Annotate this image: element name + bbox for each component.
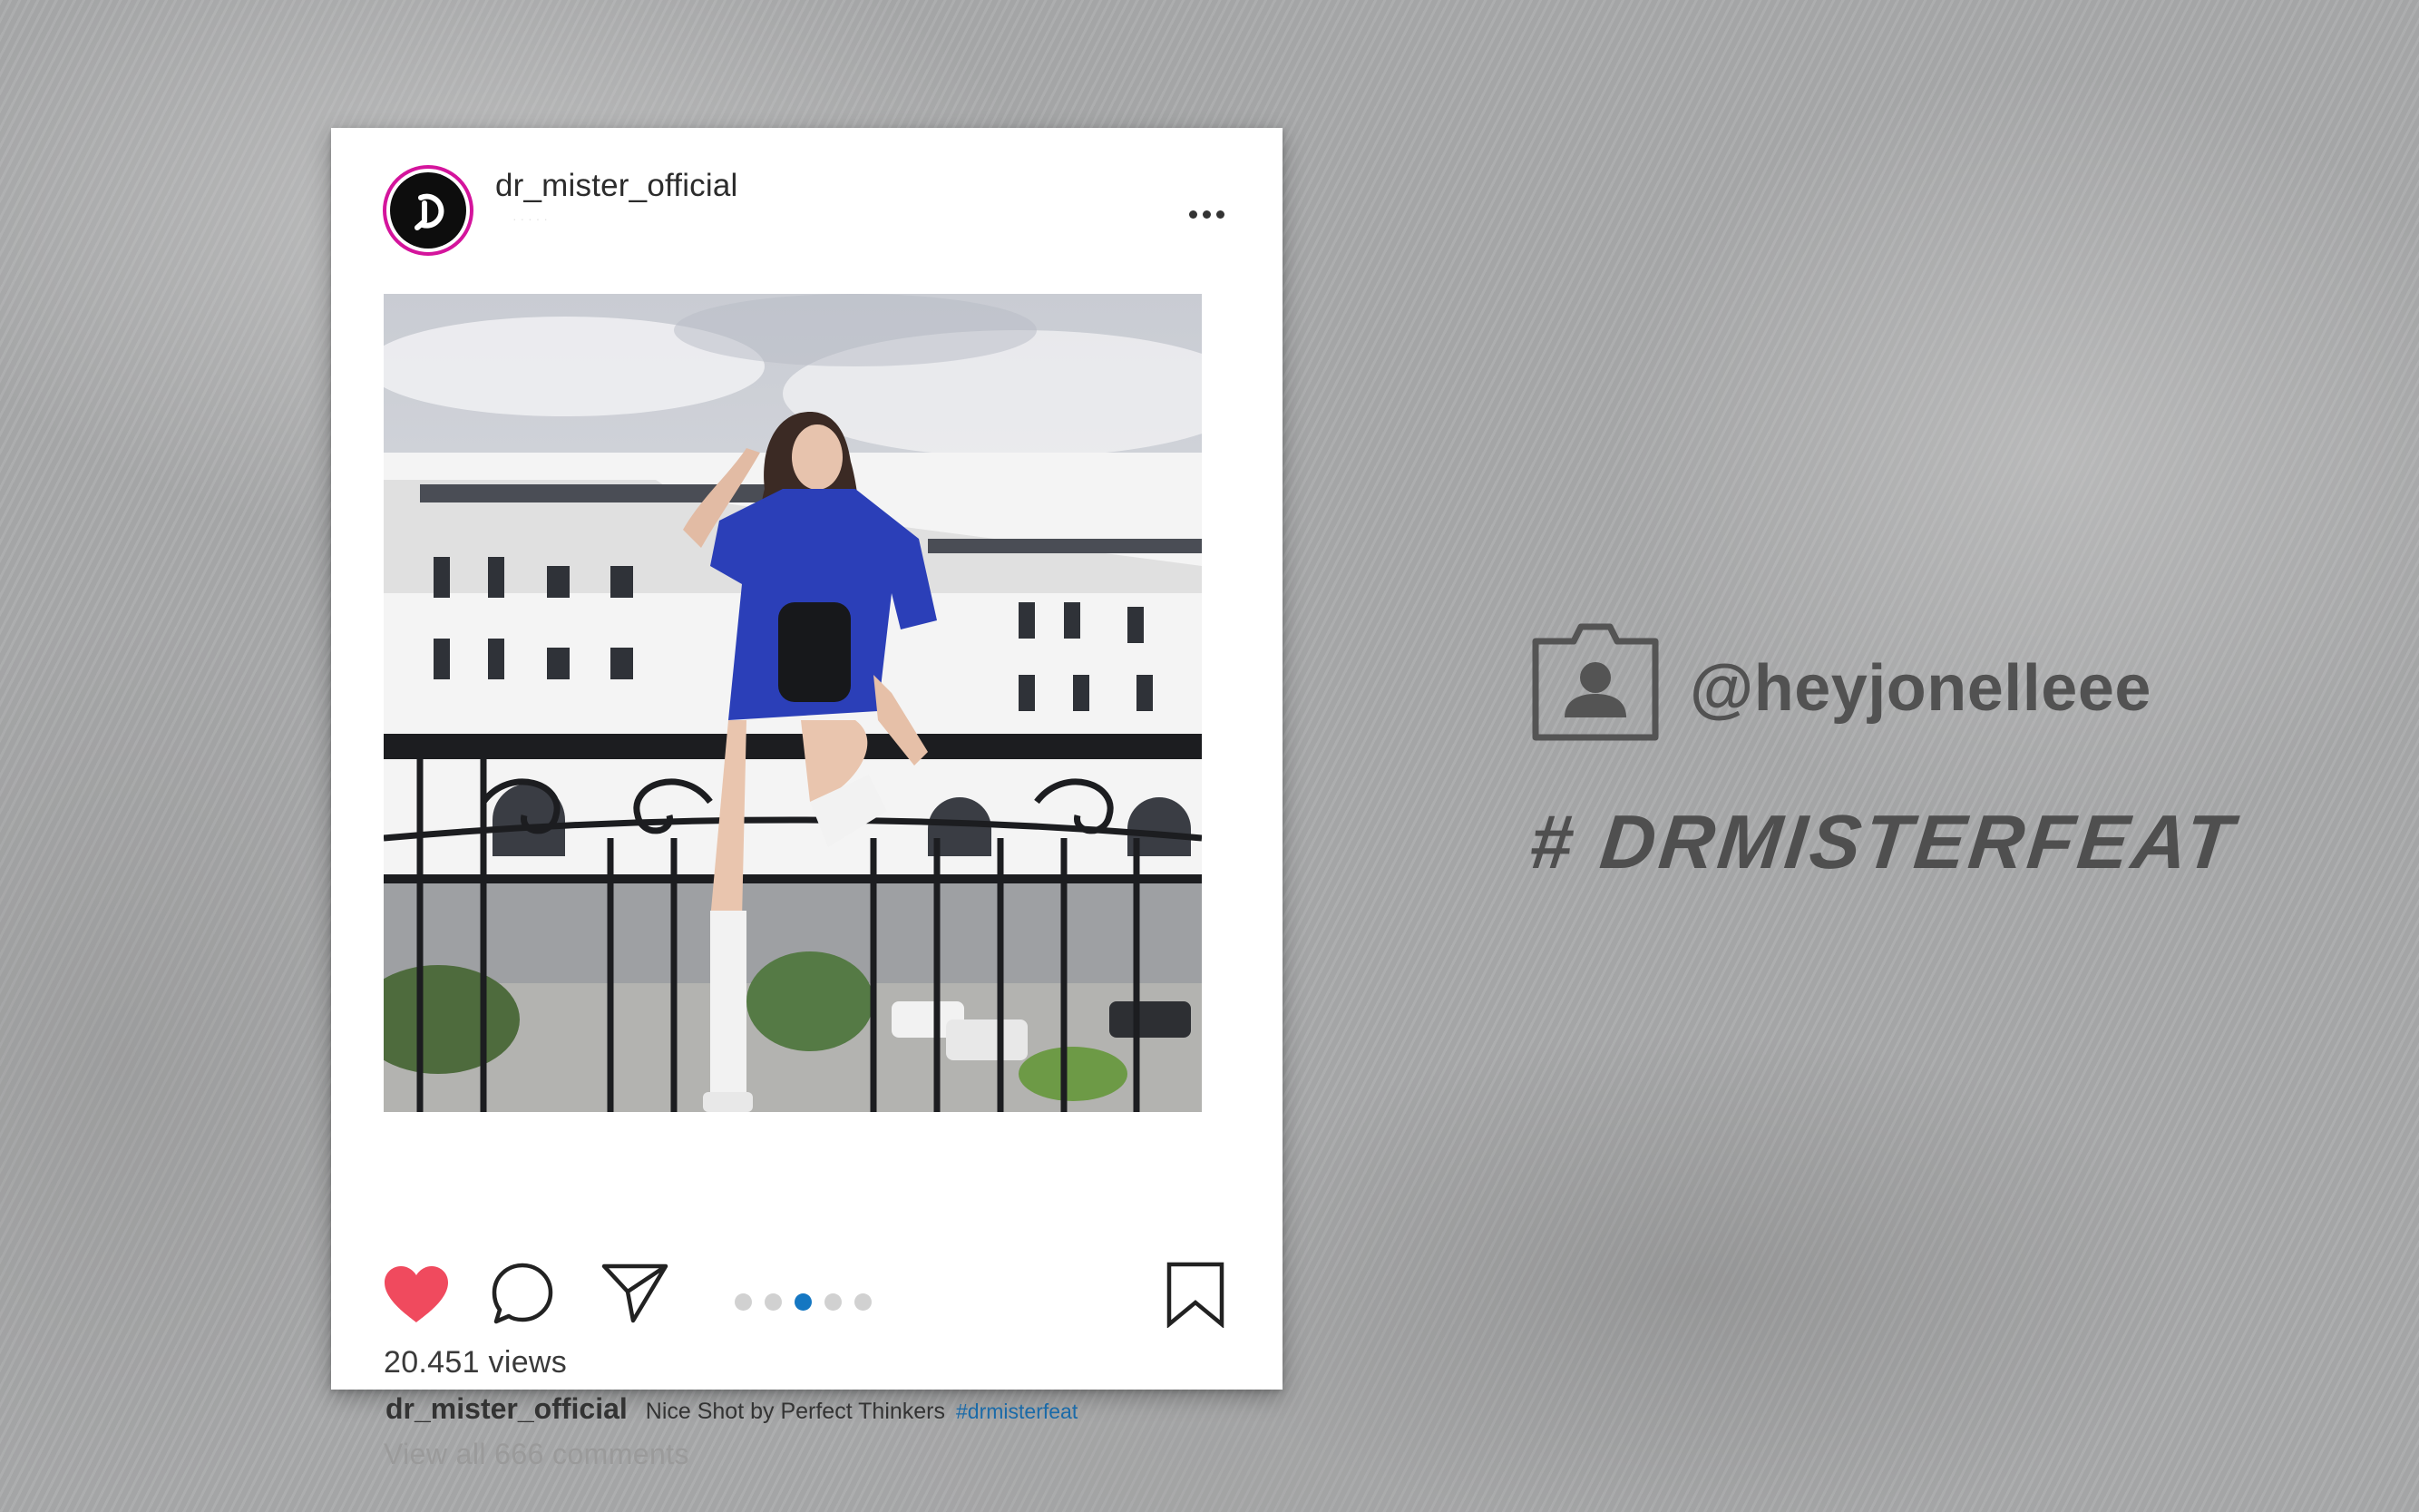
save-button[interactable] <box>1163 1259 1228 1330</box>
carousel-dot-active[interactable] <box>795 1293 812 1311</box>
heart-icon <box>385 1266 448 1322</box>
comment-button[interactable] <box>491 1262 554 1325</box>
comment-icon <box>492 1263 553 1324</box>
brand-logo-icon <box>390 172 466 249</box>
share-button[interactable] <box>600 1262 670 1325</box>
carousel-dot[interactable] <box>735 1293 752 1311</box>
bookmark-icon <box>1166 1262 1224 1328</box>
caption-hashtag-link[interactable]: #drmisterfeat <box>956 1400 1078 1424</box>
more-icon-dot <box>1202 210 1211 219</box>
profile-avatar[interactable] <box>383 165 473 256</box>
share-icon <box>601 1263 668 1323</box>
credit-handle: @heyjonelleee <box>1690 652 2151 725</box>
more-icon-dot <box>1215 210 1224 219</box>
carousel-dot[interactable] <box>824 1293 842 1311</box>
view-all-comments-link[interactable]: View all 666 comments <box>384 1438 689 1471</box>
post-username[interactable]: dr_mister_official <box>495 168 738 204</box>
more-options-button[interactable] <box>1181 200 1232 228</box>
post-location: · · · · · <box>512 211 548 226</box>
caption-username[interactable]: dr_mister_official <box>385 1392 628 1426</box>
carousel-indicator[interactable] <box>735 1293 872 1311</box>
carousel-dot[interactable] <box>854 1293 872 1311</box>
instagram-post-card: dr_mister_official · · · · · 20.451 view… <box>331 128 1283 1470</box>
post-photo[interactable] <box>384 294 1202 1112</box>
campaign-hashtag: # DRMISTERFEAT <box>1526 799 2240 884</box>
carousel-dot[interactable] <box>765 1293 782 1311</box>
caption-text: Nice Shot by Perfect Thinkers <box>645 1399 946 1424</box>
more-icon <box>1188 210 1197 219</box>
caption: dr_mister_official Nice Shot by Perfect … <box>385 1392 1078 1426</box>
profile-frame-icon <box>1530 619 1661 743</box>
like-button[interactable] <box>382 1262 451 1327</box>
view-count: 20.451 views <box>384 1345 568 1380</box>
